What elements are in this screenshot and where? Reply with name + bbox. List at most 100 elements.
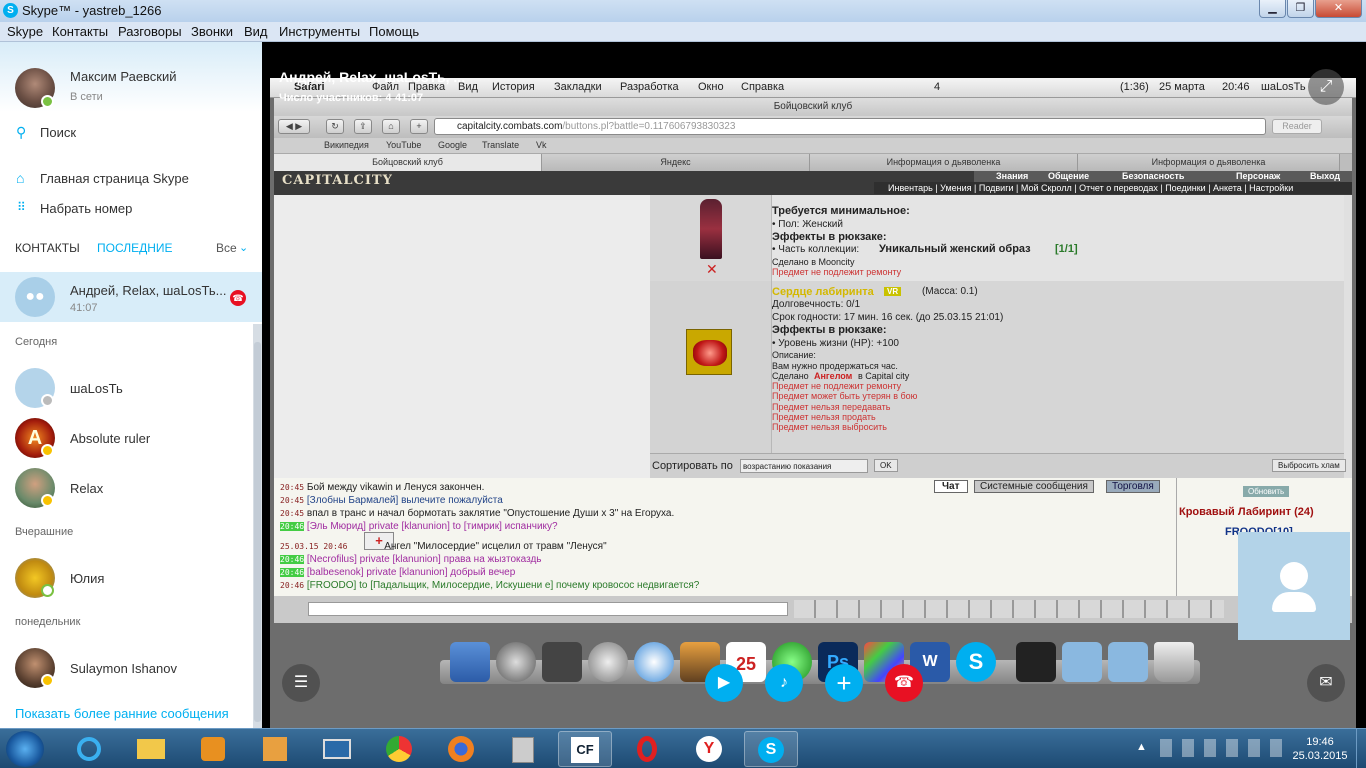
menu-skype[interactable]: Skype [7,24,43,39]
menu-view[interactable]: Вид [244,24,268,39]
chat-input[interactable] [308,602,788,616]
home-icon[interactable]: ⌂ [382,119,400,134]
dashboard-icon[interactable] [542,642,582,682]
browser-tab[interactable]: Информация о дьяволенка [1078,154,1340,171]
browser-tab[interactable]: Бойцовский клуб [274,154,542,171]
app-taskbar-icon[interactable] [248,731,302,767]
chat-tab[interactable]: Чат [934,480,968,493]
show-more-link[interactable]: Показать более ранние сообщения [15,706,229,721]
terminal-icon[interactable] [1016,642,1056,682]
sidebar-scroll-thumb[interactable] [254,342,261,722]
system-tray-icons[interactable] [1156,739,1286,757]
yandex-browser-taskbar-icon[interactable]: Y [682,731,736,767]
add-participant-icon[interactable]: + [825,664,863,702]
profile-name[interactable]: Максим Раевский [70,69,177,84]
skype-home-link[interactable]: Главная страница Skype [40,171,189,186]
browser-tab[interactable]: Яндекс [542,154,810,171]
minimize-button[interactable]: ▁ [1259,0,1286,18]
launchpad-icon[interactable] [496,642,536,682]
end-call-icon[interactable]: ☎ [885,664,923,702]
filter-dropdown[interactable]: Все [216,241,237,255]
section-yesterday: Вчерашние [15,526,74,538]
calculator-taskbar-icon[interactable] [496,731,550,767]
game-menu-item[interactable]: Персонаж [1236,171,1280,181]
refresh-icon[interactable]: ↻ [326,119,344,134]
explorer-taskbar-icon[interactable] [124,731,178,767]
call-menu-icon[interactable]: ☰ [282,664,320,702]
item-effects: Эффекты в рюкзаке: [772,324,887,336]
chat-toolbar-icons[interactable] [794,600,1224,618]
chat-bubble-icon[interactable]: ✉ [1307,664,1345,702]
self-video-preview[interactable] [1238,532,1350,640]
teamviewer-taskbar-icon[interactable] [310,731,364,767]
reader-button[interactable]: Reader [1272,119,1322,134]
search-link[interactable]: Поиск [40,125,76,140]
back-forward-button[interactable]: ◀ ▶ [278,119,310,134]
discard-junk-button[interactable]: Выбросить хлам [1272,459,1346,472]
opera-taskbar-icon[interactable] [620,731,674,767]
bookmark[interactable]: YouTube [386,140,421,150]
contact-name[interactable]: шаLosТь [70,381,123,396]
menu-help[interactable]: Помощь [369,24,419,39]
skype-dock-icon[interactable]: S [956,642,996,682]
chrome-taskbar-icon[interactable] [372,731,426,767]
menu-conversations[interactable]: Разговоры [118,24,182,39]
mac-time: 20:46 [1222,81,1250,93]
refresh-button[interactable]: Обновить [1243,486,1290,497]
finder-icon[interactable] [450,642,490,682]
contact-name[interactable]: Absolute ruler [70,431,150,446]
video-off-icon[interactable]: ▶ [705,664,743,702]
contact-name[interactable]: Юлия [70,571,104,586]
folder-icon[interactable] [1062,642,1102,682]
heart-item-icon[interactable] [686,329,732,375]
contact-name[interactable]: Relax [70,481,103,496]
browser-tab[interactable]: Информация о дьяволенка [810,154,1078,171]
game-menu-item[interactable]: Знания [996,171,1028,181]
game-menu-item[interactable]: Безопасность [1122,171,1184,181]
contact-name[interactable]: Sulaymon Ishanov [70,661,177,676]
address-bar[interactable]: capitalcity.combats.com/buttons.pl?battl… [434,118,1266,135]
chat-tab[interactable]: Системные сообщения [974,480,1094,493]
tab-contacts[interactable]: КОНТАКТЫ [15,241,80,255]
media-player-taskbar-icon[interactable] [186,731,240,767]
menu-contacts[interactable]: Контакты [52,24,108,39]
self-avatar-icon [1280,562,1308,590]
menu-tools[interactable]: Инструменты [279,24,360,39]
bookmark[interactable]: Google [438,140,467,150]
game-submenu[interactable]: Инвентарь | Умения | Подвиги | Мой Скрол… [888,183,1293,193]
bookmark[interactable]: Википедия [324,140,369,150]
game-menu-item[interactable]: Общение [1048,171,1089,181]
taskbar-clock[interactable]: 19:46 25.03.2015 [1290,735,1350,763]
item-name[interactable]: Сердце лабиринта [772,286,874,298]
search-icon: ⚲ [16,124,27,140]
microphone-icon[interactable]: ♪ [765,664,803,702]
sort-select[interactable]: возрастанию показания [740,459,868,473]
close-button[interactable]: ✕ [1315,0,1362,18]
maximize-button[interactable]: ❐ [1287,0,1314,18]
ie-taskbar-icon[interactable] [62,731,116,767]
hangup-small-icon[interactable]: ☎ [230,290,246,306]
menu-calls[interactable]: Звонки [191,24,233,39]
chat-tab[interactable]: Торговля [1106,480,1160,493]
game-menu-item[interactable]: Выход [1310,171,1340,181]
fullscreen-icon[interactable]: ⤢ [1308,69,1344,105]
start-button[interactable] [6,731,44,767]
remove-icon[interactable]: ✕ [706,261,718,278]
tray-arrow-icon[interactable]: ▲ [1136,741,1147,753]
skype-taskbar-icon[interactable]: S [744,731,798,767]
tab-recent[interactable]: ПОСЛЕДНИЕ [97,241,173,255]
trash-icon[interactable] [1154,642,1194,682]
firefox-taskbar-icon[interactable] [434,731,488,767]
bookmark[interactable]: Translate [482,140,519,150]
safari-icon[interactable] [634,642,674,682]
bookmark[interactable]: Vk [536,140,547,150]
add-icon[interactable]: + [410,119,428,134]
sort-ok-button[interactable]: OK [874,459,898,472]
share-icon[interactable]: ⇪ [354,119,372,134]
system-prefs-icon[interactable] [588,642,628,682]
show-desktop-button[interactable] [1356,729,1366,768]
profile-status[interactable]: В сети [70,91,103,103]
dial-number-link[interactable]: Набрать номер [40,201,132,216]
cf-taskbar-icon[interactable]: CF [558,731,612,767]
folder-icon[interactable] [1108,642,1148,682]
